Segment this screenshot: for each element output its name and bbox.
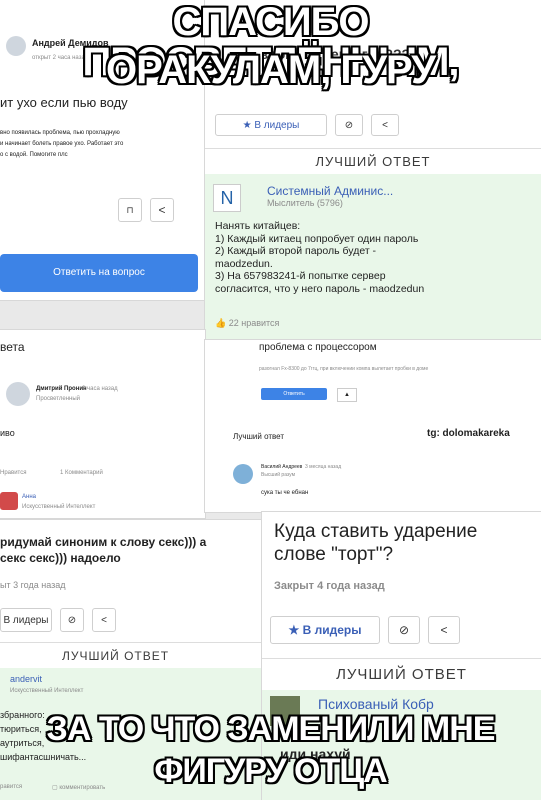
share-icon[interactable]: < [92, 608, 116, 632]
question-desc: разогнал Fx-8300 до 7ггц, при включении … [259, 366, 429, 372]
comments-link[interactable]: 1 Комментарий [60, 470, 103, 476]
bookmark-icon[interactable]: ⊘ [335, 114, 363, 136]
author-name[interactable]: Василий Андреев [261, 464, 302, 470]
question-title: Куда ставить ударение слове "торт"? [274, 521, 478, 565]
panel-dmitry-answer: вета Дмитрий Пронин 2 часа назад Просвет… [0, 330, 205, 518]
likes-label: 22 нравится [228, 318, 280, 328]
reply-button[interactable]: Ответить [261, 388, 327, 400]
bookmark-icon[interactable]: ⊘ [60, 608, 84, 632]
watermark: tg: dolomakareka [427, 428, 510, 439]
bookmark-icon[interactable]: ⊓ [118, 198, 142, 222]
author-rank: Просветленный [36, 396, 80, 402]
leaders-button[interactable]: ★ В лидеры [270, 616, 380, 644]
answer-text: Нанять китайцев: 1) Каждый китаец попроб… [215, 220, 424, 295]
answer-text: сука ты че ебнан [261, 490, 309, 496]
action-row: ★ В лидеры ⊘ < [270, 616, 460, 644]
action-row: В лидеры ⊘ < [0, 608, 116, 632]
author-rank: Высший разум [261, 472, 296, 478]
sub-avatar [0, 492, 18, 510]
section-title: вета [0, 340, 25, 354]
question-title: ридумай синоним к слову секс))) а секс с… [0, 535, 207, 565]
sub-author-name[interactable]: Анна [22, 494, 36, 500]
closed-time: Закрыт 4 года назад [274, 580, 385, 592]
leaders-button[interactable]: ★ В лидеры [215, 114, 327, 136]
likes-link[interactable]: Нравится [0, 470, 26, 476]
question-title: ит ухо если пью воду [0, 95, 128, 110]
best-answer-header: ЛУЧШИЙ ОТВЕТ [0, 642, 270, 670]
question-body: вно появилась проблема, пью прохладную и… [0, 130, 124, 158]
closed-time: ыт 3 года назад [0, 580, 66, 590]
avatar [6, 382, 30, 406]
panel-cpu-question: проблема с процессором разогнал Fx-8300 … [205, 340, 541, 512]
best-answer-header: ЛУЧШИЙ ОТВЕТ [262, 658, 541, 692]
answerer-rank: Мыслитель (5796) [267, 198, 343, 208]
caption-bottom-line2: ФИГУРУ ОТЦА [154, 752, 387, 790]
answer-text: иво [0, 428, 15, 438]
answer-line: maodzedun. [215, 257, 273, 270]
author-name[interactable]: andervit [10, 674, 42, 684]
answer-line: Нанять китайцев: [215, 220, 301, 232]
answer-line: согласится, что у него пароль - maodzedu… [215, 282, 425, 295]
post-time: 2 часа назад [82, 386, 118, 392]
answer-line: 3) На 657983241-й попытке сервер [215, 270, 386, 282]
bookmark-icon[interactable]: ⊘ [388, 616, 420, 644]
question-title: проблема с процессором [259, 342, 377, 353]
answer-line: 2) Каждый второй пароль будет - [215, 245, 377, 257]
action-row: ★ В лидеры ⊘ < [215, 114, 399, 136]
caption-bottom-line1: ЗА ТО ЧТО ЗАМЕНИЛИ МНЕ [46, 710, 496, 748]
share-icon[interactable]: < [371, 114, 399, 136]
avatar [233, 464, 253, 484]
author-name[interactable]: Дмитрий Пронин [36, 386, 87, 392]
thumb-icon[interactable]: ▲ [337, 388, 357, 402]
author-meta: 3 месяца назад [305, 464, 342, 470]
best-answer-box: N Системный Админис... Мыслитель (5796) … [205, 174, 541, 340]
answer-line: 1) Каждый китаец попробует один пароль [215, 232, 419, 245]
best-answer-label: Лучший ответ [233, 432, 285, 441]
best-answer-header: ЛУЧШИЙ ОТВЕТ [205, 148, 541, 176]
leaders-button[interactable]: В лидеры [0, 608, 52, 632]
sub-author-rank: Искусственный Интеллект [22, 504, 96, 510]
likes-count[interactable]: 👍 22 нравится [215, 318, 279, 329]
answerer-name[interactable]: Системный Админис... [267, 184, 393, 198]
thumb-up-icon: 👍 [215, 318, 229, 328]
caption-top-line2: ОРАКУЛАМ, ГУРУ [105, 48, 436, 92]
answerer-avatar: N [213, 184, 241, 212]
action-row: ⊓ < [118, 198, 174, 222]
reply-button-label: Ответить [283, 391, 305, 397]
answer-question-button[interactable]: Ответить на вопрос [0, 254, 198, 292]
share-icon[interactable]: < [150, 198, 174, 222]
share-icon[interactable]: < [428, 616, 460, 644]
author-rank: Искусственный Интеллект [10, 688, 84, 694]
